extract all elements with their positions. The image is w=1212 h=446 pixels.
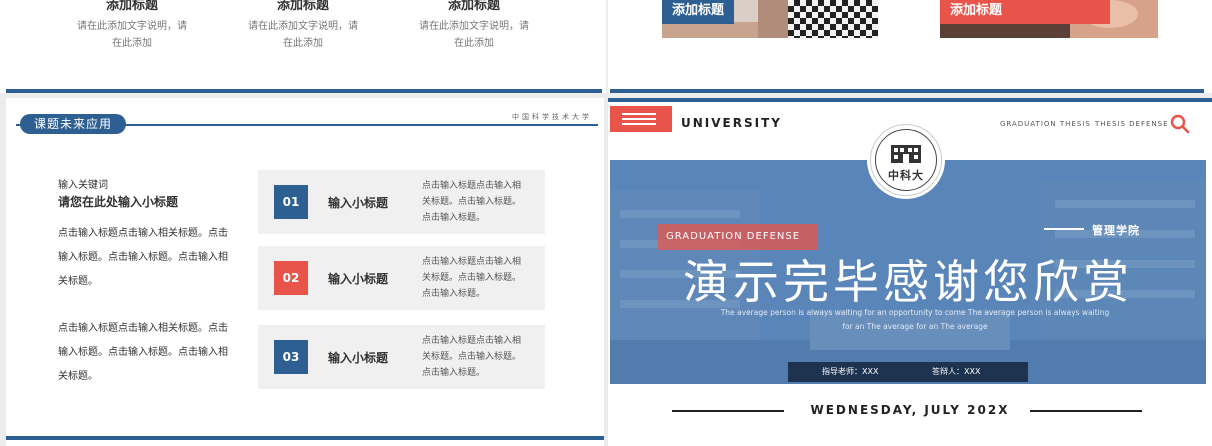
- keyword-label: 输入关键词: [58, 180, 108, 191]
- english-subtitle: The average person is always waiting for…: [720, 306, 1110, 334]
- feature-desc-line: 在此添加: [112, 38, 152, 49]
- feature-desc-line: 在此添加: [454, 38, 494, 49]
- paragraph: 点击输入标题点击输入相关标题。点击 输入标题。点击输入标题。点击输入相 关标题。: [58, 317, 236, 389]
- presenter-label: 答辩人：XXX: [932, 367, 981, 376]
- feature-column: 添加标题 请在此添加文字说明，请 在此添加: [389, 0, 559, 52]
- university-name: 中国科学技术大学: [512, 113, 592, 121]
- item-number: 01: [274, 185, 308, 219]
- search-icon[interactable]: [1170, 114, 1190, 134]
- feature-column: 添加标题 请在此添加文字说明，请 在此添加: [47, 0, 217, 52]
- university-logo: 中科大: [870, 124, 942, 196]
- nav-item-graduation-thesis[interactable]: GRADUATION THESIS: [1000, 120, 1091, 128]
- feature-desc-line: 在此添加: [283, 38, 323, 49]
- paragraph-line: 输入标题。点击输入标题。点击输入相: [58, 252, 228, 263]
- brand-name: UNIVERSITY: [681, 116, 782, 130]
- nav-item-thesis-defense[interactable]: THESIS DEFENSE: [1095, 120, 1169, 128]
- feature-desc-line: 请在此添加文字说明，请: [77, 21, 187, 32]
- paragraph-line: 关标题。: [58, 371, 98, 382]
- slide-grid: 添加标题 请在此添加文字说明，请 在此添加 添加标题 请在此添加文字说明，请 在…: [0, 0, 1212, 446]
- slide-top-left[interactable]: 添加标题 请在此添加文字说明，请 在此添加 添加标题 请在此添加文字说明，请 在…: [0, 0, 606, 93]
- list-item[interactable]: 03 输入小标题 点击输入标题点击输入相 关标题。点击输入标题。 点击输入标题。: [258, 325, 545, 389]
- paragraph-line: 关标题。: [58, 276, 98, 287]
- item-title: 输入小标题: [328, 272, 389, 286]
- item-number: 02: [274, 261, 308, 295]
- english-line: for an The average for an The average: [842, 322, 988, 331]
- item-number: 03: [274, 340, 308, 374]
- list-item[interactable]: 02 输入小标题 点击输入标题点击输入相 关标题。点击输入标题。 点击输入标题。: [258, 246, 545, 310]
- item-desc: 点击输入标题点击输入相 关标题。点击输入标题。 点击输入标题。: [422, 254, 534, 302]
- logo-text: 中科大: [888, 169, 924, 182]
- item-title: 输入小标题: [328, 351, 389, 365]
- list-item[interactable]: 01 输入小标题 点击输入标题点击输入相 关标题。点击输入标题。 点击输入标题。: [258, 170, 545, 234]
- slide-bottom-bar: [6, 89, 602, 93]
- slide-bottom-left[interactable]: 课题未来应用 中国科学技术大学 输入关键词 请您在此处输入小标题 点击输入标题点…: [6, 98, 604, 446]
- paragraph-line: 输入标题。点击输入标题。点击输入相: [58, 347, 228, 358]
- item-desc-line: 点击输入标题。: [422, 213, 486, 223]
- paragraph-line: 点击输入标题点击输入相关标题。点击: [58, 323, 228, 334]
- item-desc-line: 点击输入标题。: [422, 289, 486, 299]
- item-desc-line: 关标题。点击输入标题。: [422, 273, 522, 283]
- item-desc: 点击输入标题点击输入相 关标题。点击输入标题。 点击输入标题。: [422, 333, 534, 381]
- item-title: 输入小标题: [328, 196, 389, 210]
- photo-label: 添加标题: [662, 0, 735, 24]
- photo-card: 添加标题: [940, 0, 1158, 38]
- paragraph: 点击输入标题点击输入相关标题。点击 输入标题。点击输入标题。点击输入相 关标题。: [58, 222, 236, 294]
- school-name: 管理学院: [1092, 224, 1140, 237]
- slide-bottom-bar: [610, 89, 1204, 93]
- photo-label: 添加标题: [940, 0, 1110, 24]
- feature-title: 添加标题: [276, 0, 329, 13]
- slide-bottom-bar: [6, 436, 604, 440]
- english-line: The average person is always waiting for…: [720, 308, 1110, 317]
- feature-desc-line: 请在此添加文字说明，请: [419, 21, 529, 32]
- slide-bottom-right[interactable]: UNIVERSITY GRADUATION THESIS THESIS DEFE…: [608, 98, 1212, 446]
- presenter-bar: 指导老师：XXX 答辩人：XXX: [788, 362, 1028, 382]
- feature-title: 添加标题: [105, 0, 158, 13]
- photo-card: 添加标题: [662, 0, 878, 38]
- section-title: 课题未来应用: [20, 114, 127, 134]
- subtitle: 请您在此处输入小标题: [58, 195, 179, 209]
- advisor-label: 指导老师：XXX: [822, 367, 879, 376]
- item-desc-line: 点击输入标题。: [422, 368, 486, 378]
- item-desc-line: 点击输入标题点击输入相: [422, 257, 522, 267]
- slide-top-right[interactable]: 添加标题 添加标题: [608, 0, 1212, 93]
- feature-column: 添加标题 请在此添加文字说明，请 在此添加: [218, 0, 388, 52]
- item-desc: 点击输入标题点击输入相 关标题。点击输入标题。 点击输入标题。: [422, 178, 534, 226]
- building-icon: [891, 145, 921, 163]
- item-desc-line: 关标题。点击输入标题。: [422, 352, 522, 362]
- item-desc-line: 点击输入标题点击输入相: [422, 336, 522, 346]
- item-desc-line: 点击输入标题点击输入相: [422, 181, 522, 191]
- feature-title: 添加标题: [447, 0, 500, 13]
- menu-icon[interactable]: [610, 106, 672, 132]
- slide-top-bar: [608, 98, 1212, 102]
- feature-desc-line: 请在此添加文字说明，请: [248, 21, 358, 32]
- date-line-right: [1030, 410, 1142, 412]
- item-desc-line: 关标题。点击输入标题。: [422, 197, 522, 207]
- school-dash: [1044, 228, 1084, 230]
- main-title: 演示完毕感谢您欣赏: [683, 255, 1133, 309]
- paragraph-line: 点击输入标题点击输入相关标题。点击: [58, 228, 228, 239]
